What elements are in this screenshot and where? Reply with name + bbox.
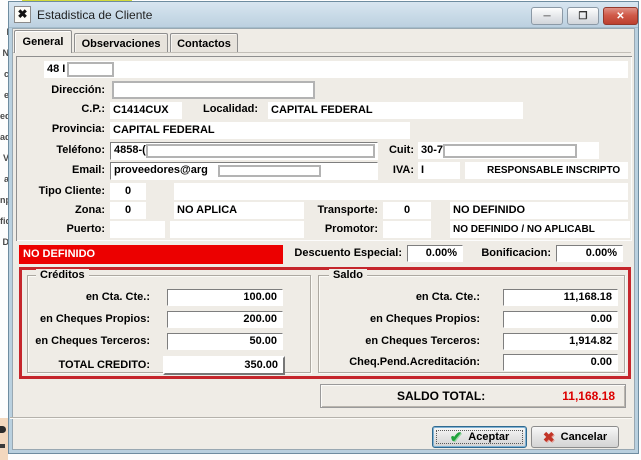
saldo-total-bar: SALDO TOTAL: 11,168.18 xyxy=(320,384,626,408)
zona-desc-field: NO APLICA xyxy=(174,202,304,219)
email-label: Email: xyxy=(20,164,105,176)
close-button[interactable]: ✕ xyxy=(603,7,638,25)
total-credito-field: 350.00 xyxy=(163,356,285,375)
saldo-cheques-terceros-label: en Cheques Terceros: xyxy=(300,335,480,347)
promotor-field[interactable] xyxy=(383,221,431,238)
iva-code-field[interactable]: I xyxy=(418,162,460,179)
redacted-client-name xyxy=(67,62,114,77)
redacted-telefono xyxy=(146,144,375,158)
window-title: Estadistica de Cliente xyxy=(37,8,152,22)
saldo-cta-cte-label: en Cta. Cte.: xyxy=(300,291,480,303)
saldo-cheques-propios-label: en Cheques Propios: xyxy=(300,313,480,325)
creditos-cheques-propios-label: en Cheques Propios: xyxy=(22,313,150,325)
tipo-cliente-label: Tipo Cliente: xyxy=(14,185,105,197)
transporte-field[interactable]: 0 xyxy=(383,202,431,219)
puerto-field[interactable] xyxy=(110,221,165,238)
minimize-button[interactable]: ─ xyxy=(531,7,563,25)
transporte-desc-field: NO DEFINIDO xyxy=(450,202,628,219)
saldo-cheques-propios-field[interactable]: 0.00 xyxy=(503,311,618,328)
localidad-field[interactable]: CAPITAL FEDERAL xyxy=(268,102,523,119)
provincia-field[interactable]: CAPITAL FEDERAL xyxy=(110,122,410,139)
creditos-cheques-terceros-field[interactable]: 50.00 xyxy=(167,333,283,350)
saldo-cheq-pend-field[interactable]: 0.00 xyxy=(503,354,618,371)
bonificacion-field[interactable]: 0.00% xyxy=(556,245,623,262)
provincia-label: Provincia: xyxy=(20,123,105,135)
saldo-total-label: SALDO TOTAL: xyxy=(397,389,485,403)
saldo-title: Saldo xyxy=(329,269,367,281)
tab-general[interactable]: General xyxy=(14,30,72,53)
iva-label: IVA: xyxy=(370,164,414,176)
status-banner: NO DEFINIDO xyxy=(19,245,283,264)
cp-field[interactable]: C1414CUX xyxy=(110,102,182,119)
descuento-field[interactable]: 0.00% xyxy=(407,245,463,262)
app-icon: ✖ xyxy=(14,6,31,23)
saldo-total-value: 11,168.18 xyxy=(562,389,615,403)
cross-icon: ✖ xyxy=(543,429,555,446)
tab-observaciones[interactable]: Observaciones xyxy=(74,33,168,53)
saldo-cheq-pend-label: Cheq.Pend.Acreditación: xyxy=(300,356,480,368)
zona-label: Zona: xyxy=(20,204,105,216)
cuit-label: Cuit: xyxy=(370,144,414,156)
aceptar-button[interactable]: ✔ Aceptar xyxy=(432,426,527,448)
promotor-label: Promotor: xyxy=(300,223,378,235)
localidad-label: Localidad: xyxy=(198,103,258,115)
descuento-label: Descuento Especial: xyxy=(288,247,402,259)
redacted-direccion-field[interactable] xyxy=(112,81,315,99)
background-window-corner xyxy=(0,418,8,460)
creditos-cheques-propios-field[interactable]: 200.00 xyxy=(167,311,283,328)
aceptar-label: Aceptar xyxy=(468,431,509,443)
button-separator xyxy=(10,417,632,419)
maximize-icon: ❐ xyxy=(579,11,588,22)
tab-contactos[interactable]: Contactos xyxy=(170,33,238,53)
tipo-cliente-field[interactable]: 0 xyxy=(110,183,146,200)
creditos-cta-cte-label: en Cta. Cte.: xyxy=(22,291,150,303)
telefono-label: Teléfono: xyxy=(20,144,105,156)
total-credito-label: TOTAL CREDITO: xyxy=(30,359,150,371)
puerto-desc-field xyxy=(170,221,304,238)
saldo-cta-cte-field[interactable]: 11,168.18 xyxy=(503,289,618,306)
creditos-cta-cte-field[interactable]: 100.00 xyxy=(167,289,283,306)
puerto-label: Puerto: xyxy=(20,223,105,235)
redacted-cuit xyxy=(443,144,577,158)
tab-page-border xyxy=(13,52,631,53)
creditos-cheques-terceros-label: en Cheques Terceros: xyxy=(22,335,150,347)
tipo-cliente-desc-field xyxy=(174,183,628,200)
minimize-icon: ─ xyxy=(543,11,550,22)
direccion-label: Dirección: xyxy=(20,84,105,96)
iva-desc-field: RESPONSABLE INSCRIPTO xyxy=(465,162,628,179)
cancelar-button[interactable]: ✖ Cancelar xyxy=(531,426,619,448)
promotor-desc-field: NO DEFINIDO / NO APLICABL xyxy=(450,221,630,238)
transporte-label: Transporte: xyxy=(300,204,378,216)
maximize-button[interactable]: ❐ xyxy=(567,7,599,25)
redacted-email xyxy=(218,165,321,177)
bonificacion-label: Bonificacion: xyxy=(465,247,551,259)
creditos-title: Créditos xyxy=(36,269,89,281)
cancelar-label: Cancelar xyxy=(561,431,607,443)
zona-field[interactable]: 0 xyxy=(110,202,146,219)
saldo-cheques-terceros-field[interactable]: 1,914.82 xyxy=(503,333,618,350)
check-icon: ✔ xyxy=(450,428,463,446)
client-code-field[interactable]: 48 I xyxy=(44,61,628,78)
close-icon: ✕ xyxy=(616,11,624,22)
screen: I N c e ed ad V a np fid D ✖ Estadistica… xyxy=(0,0,641,460)
cp-label: C.P.: xyxy=(20,103,105,115)
